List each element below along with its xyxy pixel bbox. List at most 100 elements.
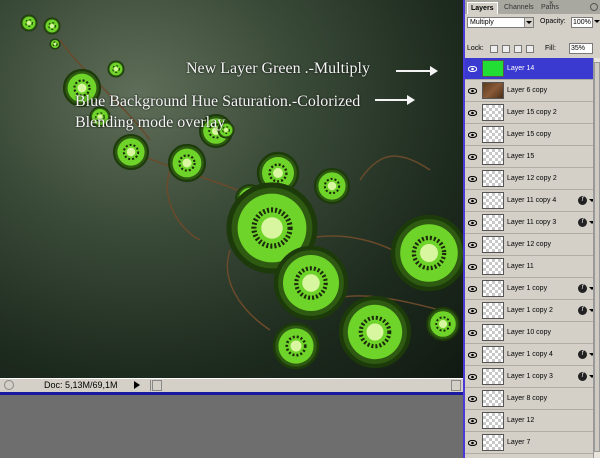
opacity-input[interactable]: 100% bbox=[571, 17, 593, 28]
layer-row[interactable]: Layer 1 copy 4 f bbox=[465, 344, 593, 366]
layer-row[interactable]: Layer 7 bbox=[465, 432, 593, 454]
layer-thumbnail bbox=[482, 346, 504, 363]
layer-row[interactable]: Layer 12 copy bbox=[465, 234, 593, 256]
panel-tabs: Layers Channels × Paths bbox=[465, 0, 600, 14]
fill-label: Fill: bbox=[545, 45, 556, 52]
opacity-label: Opacity: bbox=[540, 18, 566, 25]
eye-icon[interactable] bbox=[468, 132, 477, 138]
scroll-left-button[interactable] bbox=[152, 380, 162, 391]
eye-icon[interactable] bbox=[468, 198, 477, 204]
lock-row: Lock: Fill: 35% bbox=[465, 43, 600, 57]
eye-icon[interactable] bbox=[468, 264, 477, 270]
eye-icon[interactable] bbox=[468, 88, 477, 94]
layer-row[interactable]: Layer 1 copy 3 f bbox=[465, 366, 593, 388]
layer-thumbnail bbox=[482, 390, 504, 407]
eye-icon[interactable] bbox=[468, 396, 477, 402]
layer-thumbnail bbox=[482, 412, 504, 429]
kiwi-slice bbox=[43, 17, 61, 35]
kiwi-slice bbox=[112, 133, 150, 171]
layer-row[interactable]: Layer 8 copy bbox=[465, 388, 593, 410]
annotation-line-3: Blending mode overlay bbox=[75, 114, 226, 131]
tab-channels[interactable]: Channels bbox=[501, 2, 537, 14]
annotation-line-2: Blue Background Hue Saturation.-Colorize… bbox=[75, 93, 361, 110]
kiwi-slice bbox=[390, 214, 463, 292]
lock-image-icon[interactable] bbox=[502, 45, 510, 53]
eye-icon[interactable] bbox=[468, 352, 477, 358]
annotation-arrow-2 bbox=[375, 95, 415, 105]
eye-icon[interactable] bbox=[468, 440, 477, 446]
lock-transparency-icon[interactable] bbox=[490, 45, 498, 53]
tab-paths[interactable]: Paths bbox=[538, 2, 562, 14]
layer-effects-icon[interactable]: f bbox=[578, 218, 587, 227]
layer-effects-icon[interactable]: f bbox=[578, 306, 587, 315]
eye-icon[interactable] bbox=[468, 220, 477, 226]
layer-row[interactable]: Layer 15 copy bbox=[465, 124, 593, 146]
eye-icon[interactable] bbox=[468, 308, 477, 314]
layer-thumbnail bbox=[482, 214, 504, 231]
layer-name: Layer 6 copy bbox=[507, 87, 548, 94]
layer-row[interactable]: Layer 1 copy 2 f bbox=[465, 300, 593, 322]
layer-row[interactable]: Layer 12 copy 2 bbox=[465, 168, 593, 190]
layer-row[interactable]: Layer 11 copy 3 f bbox=[465, 212, 593, 234]
layer-thumbnail bbox=[482, 148, 504, 165]
layer-row[interactable]: Layer 15 bbox=[465, 146, 593, 168]
layer-thumbnail bbox=[482, 324, 504, 341]
layer-row[interactable]: Layer 11 copy 4 f bbox=[465, 190, 593, 212]
layer-effects-icon[interactable]: f bbox=[578, 284, 587, 293]
layer-row[interactable]: Layer 15 copy 2 bbox=[465, 102, 593, 124]
eye-icon[interactable] bbox=[468, 66, 477, 72]
eye-icon[interactable] bbox=[468, 110, 477, 116]
opacity-dropdown-icon[interactable] bbox=[594, 20, 600, 23]
layer-row[interactable]: Layer 1 copy f bbox=[465, 278, 593, 300]
document-canvas[interactable]: New Layer Green .-Multiply Blue Backgrou… bbox=[0, 0, 463, 378]
doc-size-readout: Doc: 5,13M/69,1M bbox=[44, 380, 118, 390]
layer-name: Layer 10 copy bbox=[507, 329, 551, 336]
fill-input[interactable]: 35% bbox=[569, 43, 593, 54]
eye-icon[interactable] bbox=[468, 154, 477, 160]
layer-row[interactable]: Layer 11 bbox=[465, 256, 593, 278]
scroll-right-button[interactable] bbox=[451, 380, 461, 391]
layer-thumbnail bbox=[482, 258, 504, 275]
status-bar: Doc: 5,13M/69,1M bbox=[0, 378, 463, 392]
status-menu-arrow-icon[interactable] bbox=[134, 381, 140, 389]
divider bbox=[150, 380, 151, 391]
layer-name: Layer 7 bbox=[507, 439, 531, 446]
layer-row[interactable]: Layer 14 bbox=[465, 58, 593, 80]
layer-name: Layer 1 copy bbox=[507, 285, 548, 292]
layers-list[interactable]: Layer 14 Layer 6 copy Layer 15 copy 2 Layer… bbox=[465, 58, 593, 458]
layer-row[interactable]: Layer 10 copy bbox=[465, 322, 593, 344]
layer-thumbnail bbox=[482, 236, 504, 253]
zoom-icon[interactable] bbox=[4, 380, 14, 390]
layer-thumbnail bbox=[482, 60, 504, 77]
eye-icon[interactable] bbox=[468, 176, 477, 182]
kiwi-slice bbox=[338, 295, 412, 369]
layer-effects-icon[interactable]: f bbox=[578, 196, 587, 205]
kiwi-slice bbox=[426, 307, 460, 341]
layer-thumbnail bbox=[482, 368, 504, 385]
lock-all-icon[interactable] bbox=[526, 45, 534, 53]
layer-row[interactable]: Layer 12 bbox=[465, 410, 593, 432]
eye-icon[interactable] bbox=[468, 374, 477, 380]
eye-icon[interactable] bbox=[468, 242, 477, 248]
panel-menu-icon[interactable] bbox=[590, 3, 598, 11]
layer-thumbnail bbox=[482, 82, 504, 99]
kiwi-slice bbox=[20, 14, 38, 32]
chevron-down-icon[interactable] bbox=[524, 18, 533, 27]
eye-icon[interactable] bbox=[468, 418, 477, 424]
layer-effects-icon[interactable]: f bbox=[578, 372, 587, 381]
layer-row[interactable]: Layer 6 copy bbox=[465, 80, 593, 102]
layer-name: Layer 15 copy 2 bbox=[507, 109, 557, 116]
layer-name: Layer 11 bbox=[507, 263, 534, 270]
layer-effects-icon[interactable]: f bbox=[578, 350, 587, 359]
eye-icon[interactable] bbox=[468, 330, 477, 336]
lock-position-icon[interactable] bbox=[514, 45, 522, 53]
annotation-arrow-1 bbox=[396, 66, 438, 76]
eye-icon[interactable] bbox=[468, 286, 477, 292]
layer-thumbnail bbox=[482, 302, 504, 319]
tab-layers[interactable]: Layers bbox=[467, 2, 498, 14]
layer-name: Layer 14 bbox=[507, 65, 535, 72]
scrollbar-thumb[interactable] bbox=[594, 62, 600, 452]
blend-mode-select[interactable]: Multiply bbox=[467, 17, 534, 28]
layers-scrollbar[interactable] bbox=[593, 58, 600, 458]
kiwi-slice bbox=[107, 60, 125, 78]
